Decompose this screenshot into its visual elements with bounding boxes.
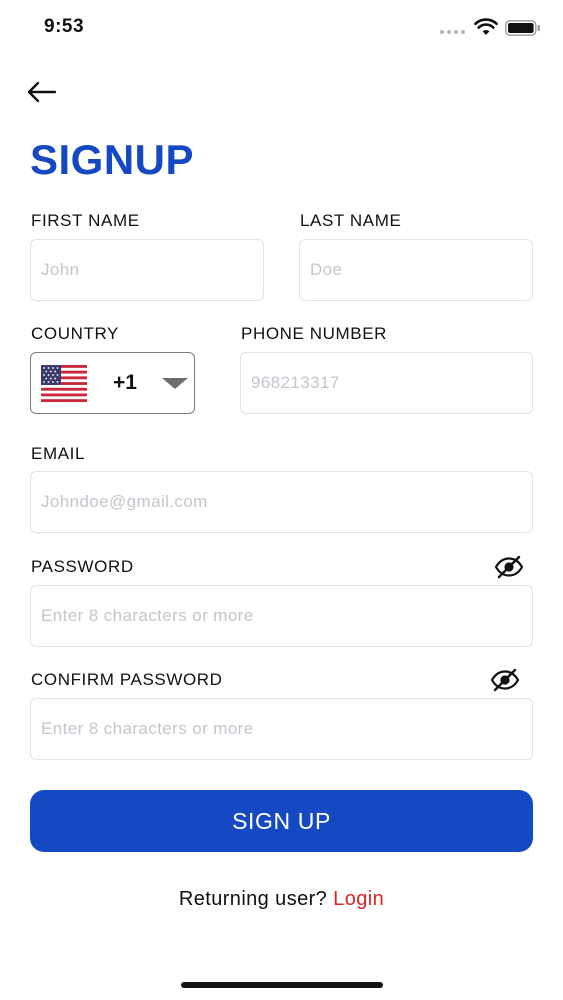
arrow-left-icon: [27, 81, 57, 103]
country-label: COUNTRY: [31, 324, 119, 343]
wifi-icon: [474, 18, 498, 35]
eye-slash-icon: [494, 555, 524, 579]
password-label: PASSWORD: [31, 557, 134, 576]
email-field: [30, 471, 533, 533]
last-name-input[interactable]: [300, 240, 532, 300]
status-bar: 9:53: [0, 0, 563, 56]
first-name-label: FIRST NAME: [31, 211, 140, 230]
confirm-password-label: CONFIRM PASSWORD: [31, 670, 223, 689]
first-name-input[interactable]: [31, 240, 263, 300]
last-name-label: LAST NAME: [300, 211, 402, 230]
sign-up-button[interactable]: SIGN UP: [30, 790, 533, 852]
confirm-password-visibility-toggle[interactable]: [490, 668, 520, 692]
confirm-password-input[interactable]: [31, 699, 532, 759]
email-label: EMAIL: [31, 444, 86, 463]
phone-number-field: [240, 352, 533, 414]
eye-slash-icon: [490, 668, 520, 692]
login-prompt: Returning user? Login: [0, 888, 563, 911]
confirm-password-field: [30, 698, 533, 760]
first-name-field: [30, 239, 264, 301]
page-title: SIGNUP: [30, 136, 195, 183]
us-flag-icon: [41, 365, 87, 402]
country-code-picker[interactable]: +1: [30, 352, 195, 414]
login-link[interactable]: Login: [333, 888, 384, 910]
home-indicator[interactable]: [181, 982, 383, 988]
email-input[interactable]: [31, 472, 532, 532]
dial-code: +1: [113, 371, 137, 394]
phone-number-input[interactable]: [241, 353, 532, 413]
status-time: 9:53: [44, 16, 85, 37]
back-button[interactable]: [24, 78, 60, 106]
last-name-field: [299, 239, 533, 301]
returning-user-text: Returning user?: [178, 888, 328, 910]
cellular-signal-icon: [440, 30, 465, 34]
phone-number-label: PHONE NUMBER: [241, 324, 388, 343]
password-input[interactable]: [31, 586, 532, 646]
battery-icon: [505, 20, 540, 36]
password-field: [30, 585, 533, 647]
caret-down-icon: [162, 378, 188, 389]
password-visibility-toggle[interactable]: [494, 555, 524, 579]
